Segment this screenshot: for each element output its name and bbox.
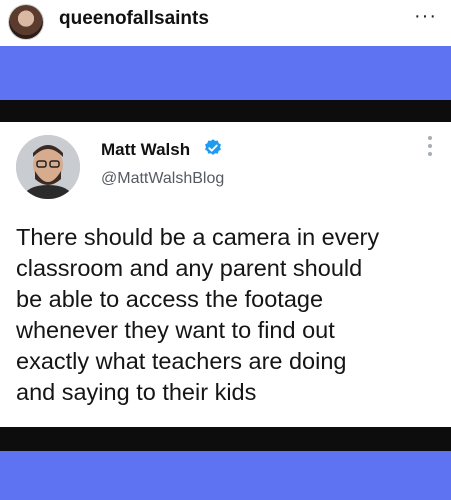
tweet-screenshot: Matt Walsh @MattWalshBlog There should b… (0, 122, 451, 427)
tweet-author-handle: @MattWalshBlog (101, 170, 225, 187)
bottom-black-band (0, 427, 451, 451)
tweet-more-icon (427, 136, 433, 156)
tweet-text: There should be a camera in every classr… (16, 224, 380, 405)
ellipsis-icon[interactable]: ··· (414, 5, 437, 28)
instagram-post-header: queenofallsaints ··· (0, 0, 451, 46)
verified-badge-icon (205, 139, 221, 155)
profile-avatar[interactable] (9, 5, 43, 39)
top-black-band (0, 100, 451, 122)
tweet-author-name: Matt Walsh (101, 140, 191, 159)
username-link[interactable]: queenofallsaints (59, 8, 209, 30)
post-image: Matt Walsh @MattWalshBlog There should b… (0, 46, 451, 500)
tweet-author-avatar (16, 135, 80, 199)
